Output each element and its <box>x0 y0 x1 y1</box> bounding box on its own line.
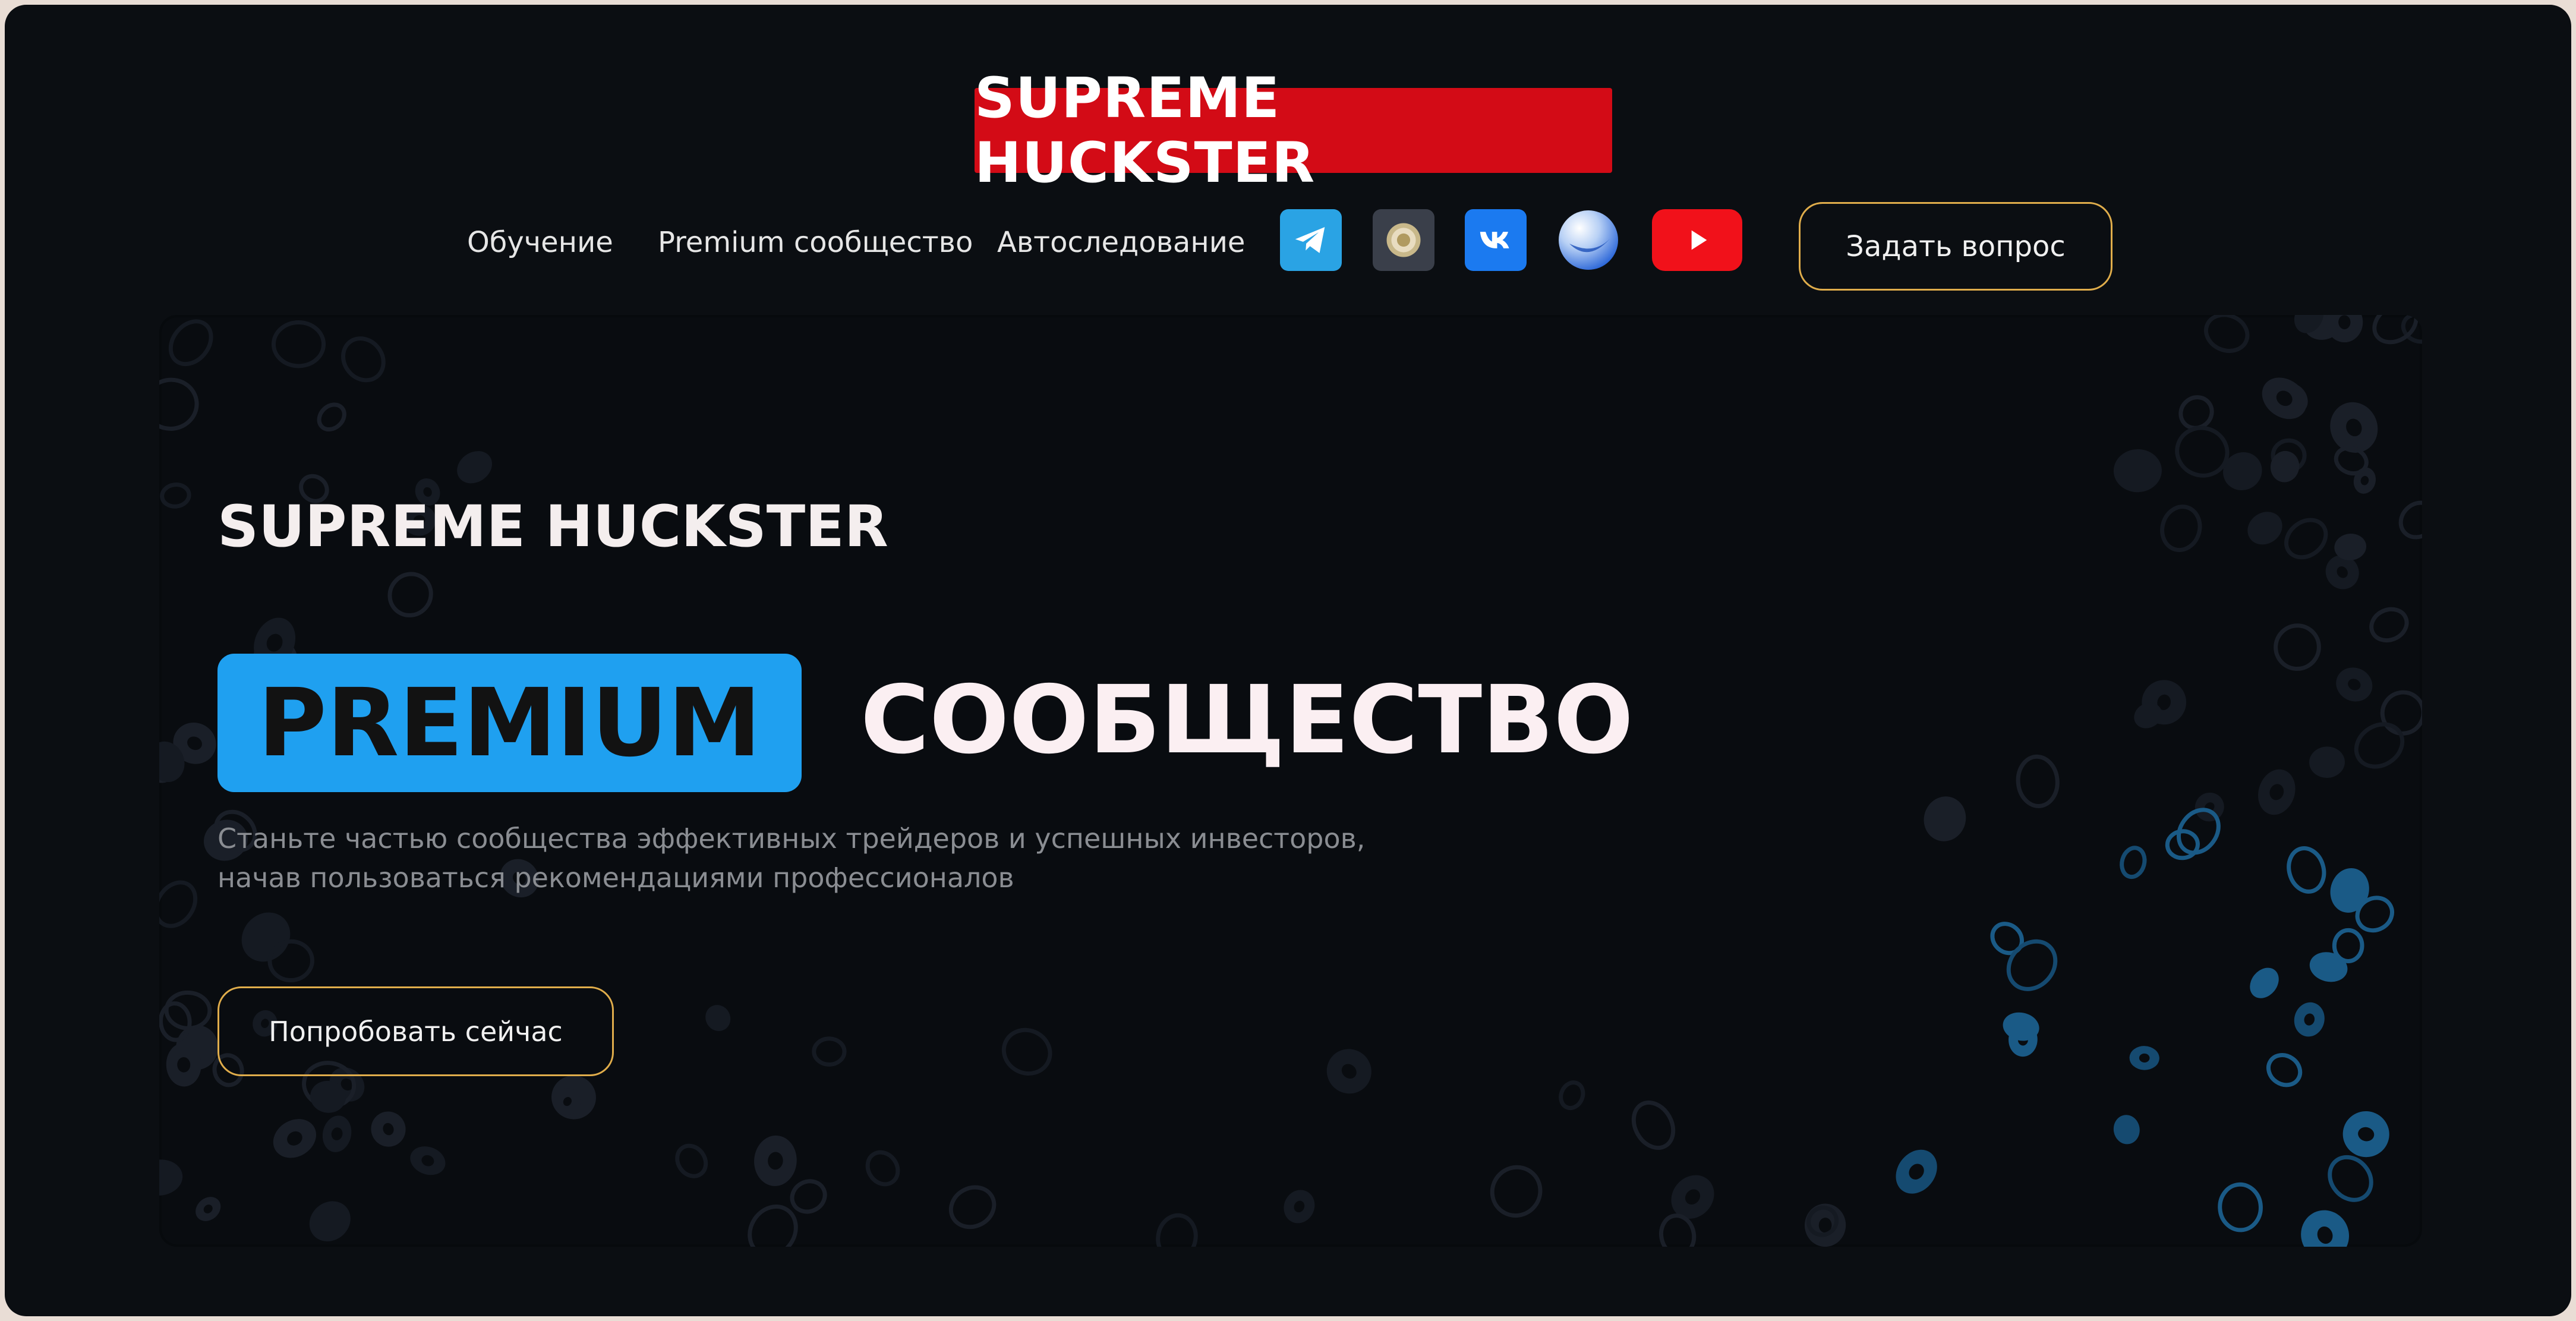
coin-decoration <box>2006 939 2058 991</box>
coin-decoration <box>322 1115 352 1152</box>
site-logo[interactable]: SUPREME HUCKSTER <box>975 66 1612 196</box>
coin-decoration <box>1490 1165 1543 1218</box>
coin-decoration <box>2262 377 2307 420</box>
nav-link-autofollow[interactable]: Автоследование <box>997 226 1245 259</box>
coin-decoration <box>168 319 213 367</box>
coin-decoration <box>309 1201 351 1241</box>
page-frame: SUPREME HUCKSTER Обучение Premium сообще… <box>5 5 2571 1316</box>
coin-decoration <box>2336 667 2373 702</box>
coin-decoration <box>2113 1115 2140 1145</box>
coin-decoration <box>410 1146 446 1175</box>
coin-decoration <box>2203 315 2250 353</box>
coin-decoration <box>341 336 386 383</box>
coin-decoration <box>457 451 493 484</box>
coin-decoration <box>2398 500 2422 540</box>
coin-decoration <box>948 1185 997 1229</box>
coin-decoration <box>2287 846 2326 894</box>
coin-decoration <box>387 572 433 617</box>
coin-decoration <box>2258 769 2296 815</box>
hero-brand-title: SUPREME HUCKSTER <box>217 493 888 560</box>
coin-decoration <box>196 1197 221 1221</box>
vk-icon[interactable] <box>1465 209 1527 271</box>
coin-decoration <box>790 1179 827 1214</box>
coin-decoration <box>2274 623 2321 671</box>
hero-description-line-2: начав пользоваться рекомендациями профес… <box>217 862 1014 894</box>
coin-decoration <box>2294 1002 2325 1037</box>
coin-decoration <box>1001 1027 1052 1076</box>
coin-decoration <box>1990 922 2024 956</box>
coin-decoration <box>2266 1053 2303 1087</box>
coin-decoration <box>705 1005 731 1032</box>
coin-decoration <box>2160 505 2202 553</box>
coin-decoration <box>812 1036 847 1067</box>
coin-decoration <box>754 1135 797 1186</box>
coin-decoration <box>159 1001 192 1042</box>
coin-decoration <box>2016 754 2060 808</box>
coin-decoration <box>675 1143 708 1178</box>
coin-decoration <box>271 320 326 368</box>
coin-decoration <box>2328 1155 2373 1202</box>
coin-decoration <box>1559 1080 1585 1111</box>
coin-decoration <box>2342 1111 2389 1158</box>
coin-decoration <box>2354 722 2405 769</box>
hero-description: Станьте частью сообщества эффективных тр… <box>217 819 1406 897</box>
coin-decoration <box>241 912 291 962</box>
coin-decoration <box>2326 315 2363 343</box>
coin-decoration <box>1156 1213 1198 1247</box>
coin-decoration <box>1326 1049 1371 1094</box>
coin-decoration <box>317 402 346 432</box>
coin-decoration <box>267 939 314 983</box>
coin-decoration <box>2113 449 2162 493</box>
ask-question-button[interactable]: Задать вопрос <box>1799 202 2112 291</box>
coin-decoration <box>2223 452 2262 491</box>
coin-decoration <box>1896 1149 1937 1194</box>
coin-decoration <box>2301 1210 2350 1247</box>
coin-decoration <box>2284 518 2328 560</box>
coin-decoration <box>1631 1100 1676 1150</box>
youtube-icon[interactable] <box>1652 209 1742 271</box>
coin-decoration <box>159 880 198 928</box>
coin-decoration <box>2372 315 2419 345</box>
coin-decoration <box>371 1111 406 1147</box>
coin-decoration <box>2309 952 2348 982</box>
coin-decoration <box>273 1119 316 1158</box>
nav-link-education[interactable]: Обучение <box>467 226 613 259</box>
coin-decoration <box>160 483 191 509</box>
coin-decoration <box>159 377 199 431</box>
coin-decoration <box>1924 796 1966 841</box>
coin-decoration <box>2247 512 2282 545</box>
coin-decoration <box>2120 846 2147 879</box>
try-now-button[interactable]: Попробовать сейчас <box>217 986 614 1076</box>
emblem-icon[interactable] <box>1373 209 1434 271</box>
sphere-icon[interactable] <box>1557 209 1619 271</box>
coin-decoration <box>2309 746 2345 778</box>
coin-decoration <box>2250 967 2279 998</box>
premium-badge: PREMIUM <box>217 654 802 792</box>
coin-decoration <box>1284 1190 1315 1224</box>
coin-decoration <box>159 1159 183 1196</box>
telegram-icon[interactable] <box>1280 209 1342 271</box>
coin-decoration <box>2369 607 2409 643</box>
coin-decoration <box>2218 1182 2263 1232</box>
nav-link-premium-community[interactable]: Premium сообщество <box>658 226 973 259</box>
hero-section: SUPREME HUCKSTER PREMIUM СООБЩЕСТВО Стан… <box>159 315 2422 1247</box>
coin-decoration <box>2195 792 2224 822</box>
hero-title: СООБЩЕСТВО <box>860 666 1634 775</box>
hero-description-line-1: Станьте частью сообщества эффективных тр… <box>217 822 1366 855</box>
coin-decoration <box>2129 1046 2159 1070</box>
coin-decoration <box>2330 868 2369 913</box>
coin-decoration <box>865 1150 900 1187</box>
